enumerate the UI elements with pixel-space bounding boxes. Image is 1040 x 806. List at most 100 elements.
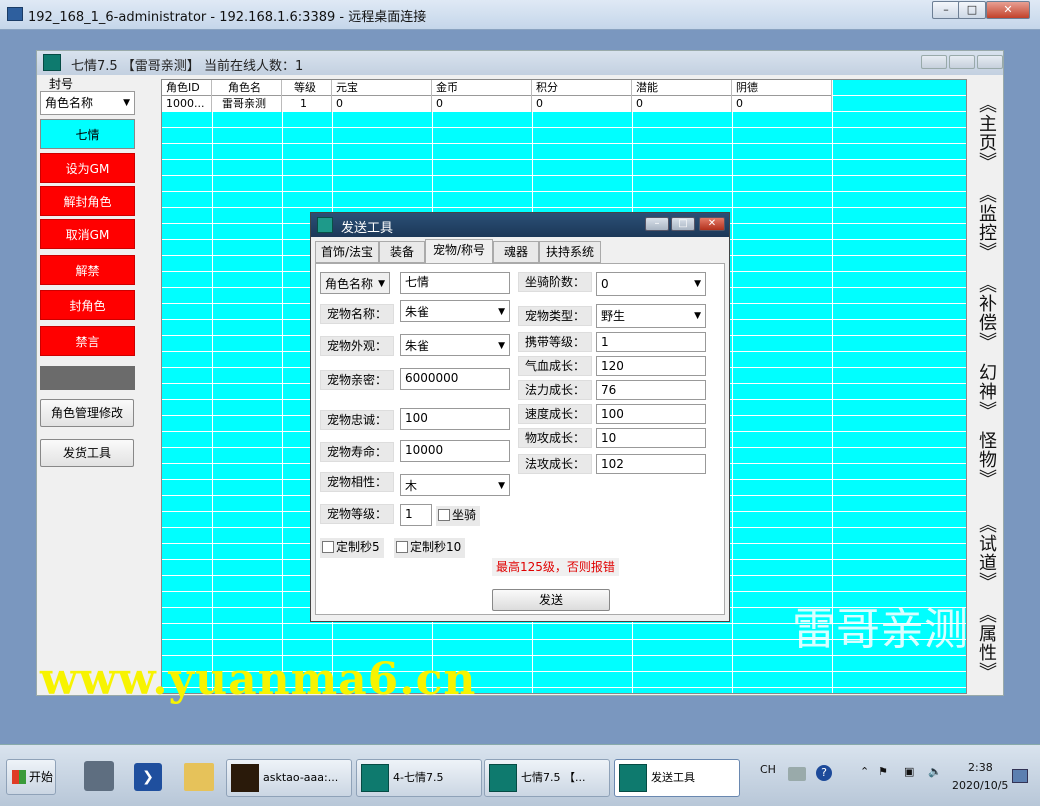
show-desktop-icon[interactable] (1012, 769, 1028, 783)
ban-role-button[interactable]: 封角色 (40, 290, 135, 320)
col-header[interactable]: 角色名 (212, 80, 282, 96)
taskbar-item-qiqing[interactable]: 4-七情7.5 (356, 759, 482, 797)
keyboard-icon[interactable] (788, 767, 806, 781)
taskbar-item-gmtool[interactable]: 七情7.5 【... (484, 759, 610, 797)
server-manager-icon[interactable] (84, 761, 114, 791)
nav-attributes[interactable]: 《属性》 (973, 605, 999, 681)
maximize-button[interactable]: □ (958, 1, 986, 19)
unban-role-button[interactable]: 解封角色 (40, 186, 135, 216)
col-header[interactable]: 元宝 (332, 80, 432, 96)
app-close-button[interactable] (977, 55, 1003, 69)
taskbar-item-sendtool[interactable]: 发送工具 (614, 759, 740, 797)
pet-phase-select[interactable]: 木 ▼ (400, 474, 510, 496)
role-manage-button[interactable]: 角色管理修改 (40, 399, 134, 427)
unmute-button[interactable]: 解禁 (40, 255, 135, 285)
dialog-title-bar: 发送工具 – □ ✕ (311, 213, 729, 237)
taskbar-item-label: 七情7.5 【... (521, 771, 586, 784)
col-header[interactable]: 积分 (532, 80, 632, 96)
dialog-close-button[interactable]: ✕ (699, 217, 725, 231)
app-minimize-button[interactable] (921, 55, 947, 69)
col-header[interactable]: 潜能 (632, 80, 732, 96)
ship-tool-button[interactable]: 发货工具 (40, 439, 134, 467)
nav-monitor[interactable]: 《监控》 (973, 185, 999, 261)
mp-growth-input[interactable]: 76 (596, 380, 706, 400)
pet-loyalty-input[interactable]: 100 (400, 408, 510, 430)
selected-role-button[interactable]: 七情 (40, 119, 135, 149)
pet-look-select[interactable]: 朱雀 ▼ (400, 334, 510, 356)
language-indicator[interactable]: CH (760, 763, 776, 776)
carry-level-input[interactable]: 1 (596, 332, 706, 352)
cancel-gm-button[interactable]: 取消GM (40, 219, 135, 249)
mute-button[interactable]: 禁言 (40, 326, 135, 356)
chevron-down-icon: ▼ (694, 279, 701, 289)
tab-soul[interactable]: 魂器 (493, 241, 539, 263)
grey-bar (40, 366, 135, 390)
app-title-bar: 七情7.5 【雷哥亲测】 当前在线人数：1 (37, 51, 1003, 75)
show-hidden-icons-icon[interactable]: ⌃ (860, 765, 869, 778)
col-header[interactable]: 等级 (282, 80, 332, 96)
pet-intimacy-input[interactable]: 6000000 (400, 368, 510, 390)
cell-role-name: 雷哥亲测 (212, 96, 282, 112)
role-type-value: 角色名称 (45, 96, 94, 110)
phy-growth-input[interactable]: 10 (596, 428, 706, 448)
mag-growth-input[interactable]: 102 (596, 454, 706, 474)
close-button[interactable]: ✕ (986, 1, 1030, 19)
role-type-combo[interactable]: 角色名称 ▼ (40, 91, 135, 115)
pet-tab-panel: 角色名称 ▼ 七情 宠物名称： 朱雀 ▼ 宠物外观： 朱雀 ▼ 宠物亲密： 60000… (315, 263, 725, 615)
minimize-button[interactable]: – (932, 1, 960, 19)
app-maximize-button[interactable] (949, 55, 975, 69)
pet-life-input[interactable]: 10000 (400, 440, 510, 462)
pet-level-input[interactable]: 1 (400, 504, 432, 526)
taskbar-item-label: 4-七情7.5 (393, 771, 444, 784)
start-label: 开始 (29, 770, 54, 784)
nav-monster[interactable]: 怪物》 (973, 431, 999, 488)
pet-type-label: 宠物类型： (518, 306, 593, 326)
nav-home[interactable]: 《主页》 (973, 95, 999, 171)
pet-look-value: 朱雀 (405, 339, 430, 353)
powershell-icon[interactable]: ❯ (134, 763, 162, 791)
cell-yuanbao: 0 (332, 96, 432, 112)
clock-time[interactable]: 2:38 (968, 761, 993, 774)
col-header[interactable]: 金币 (432, 80, 532, 96)
col-header[interactable]: 角色ID (162, 80, 212, 96)
app-logo-icon (43, 54, 61, 71)
taskbar-item-asktao[interactable]: asktao-aaa:... (226, 759, 352, 797)
flag-icon[interactable]: ⚑ (878, 765, 888, 778)
volume-icon[interactable]: 🔈 (928, 765, 942, 778)
set-gm-button[interactable]: 设为GM (40, 153, 135, 183)
hp-growth-input[interactable]: 120 (596, 356, 706, 376)
clock-date[interactable]: 2020/10/5 (952, 779, 1008, 792)
dialog-minimize-button[interactable]: – (645, 217, 669, 231)
mount-checkbox[interactable]: 坐骑 (436, 506, 481, 526)
tab-pet-title[interactable]: 宠物/称号 (425, 239, 493, 263)
tab-jewelry[interactable]: 首饰/法宝 (315, 241, 379, 263)
app-logo-icon (619, 764, 647, 792)
taskbar: 开始 ❯ asktao-aaa:... 4-七情7.5 七情7.5 【... 发… (0, 744, 1040, 806)
mount-stage-select[interactable]: 0 ▼ (596, 272, 706, 296)
help-icon[interactable]: ? (816, 765, 832, 781)
chevron-down-icon: ▼ (378, 279, 385, 289)
pet-name-select[interactable]: 朱雀 ▼ (400, 300, 510, 322)
app-logo-icon (489, 764, 517, 792)
nav-trial[interactable]: 《试道》 (973, 515, 999, 591)
send-button[interactable]: 发送 (492, 589, 610, 611)
cell-potential: 0 (632, 96, 732, 112)
tab-support[interactable]: 扶持系统 (539, 241, 601, 263)
role-field-select[interactable]: 角色名称 ▼ (320, 272, 390, 294)
start-button[interactable]: 开始 (6, 759, 56, 795)
nav-compensate[interactable]: 《补偿》 (973, 275, 999, 351)
network-icon[interactable]: ▣ (904, 765, 914, 778)
chevron-down-icon: ▼ (498, 307, 505, 317)
speed-growth-input[interactable]: 100 (596, 404, 706, 424)
col-header[interactable]: 阴德 (732, 80, 832, 96)
custom-sec5-checkbox[interactable]: 定制秒5 (320, 538, 384, 558)
nav-phantom[interactable]: 幻神》 (973, 363, 999, 420)
dialog-maximize-button[interactable]: □ (671, 217, 695, 231)
role-name-input[interactable]: 七情 (400, 272, 510, 294)
pet-type-select[interactable]: 野生 ▼ (596, 304, 706, 328)
tab-equipment[interactable]: 装备 (379, 241, 425, 263)
custom-sec10-checkbox[interactable]: 定制秒10 (394, 538, 466, 558)
custom-sec10-label: 定制秒10 (410, 540, 462, 554)
folder-icon[interactable] (184, 763, 214, 791)
table-row[interactable]: 1000... 雷哥亲测 1 0 0 0 0 0 (162, 96, 832, 112)
